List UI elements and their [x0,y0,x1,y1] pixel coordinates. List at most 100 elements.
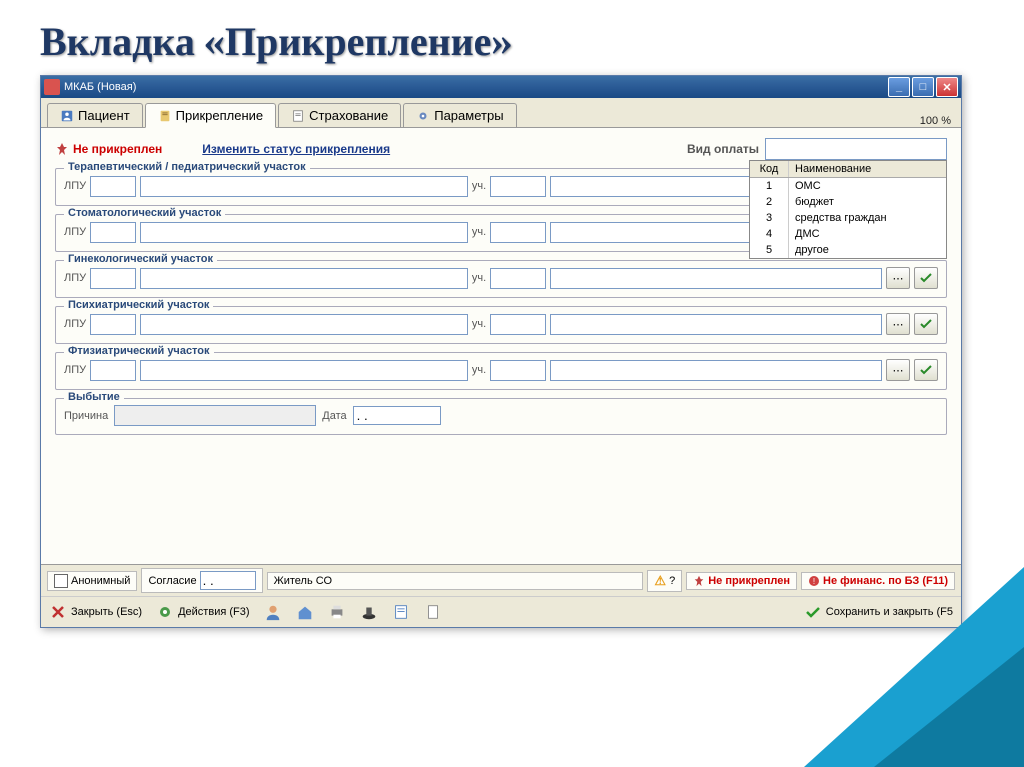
lpu-label: ЛПУ [64,180,86,192]
consent-field[interactable]: Согласие [141,568,262,593]
document-icon[interactable] [392,603,410,621]
anonymous-checkbox[interactable]: Анонимный [47,571,137,591]
clear-button[interactable] [914,267,938,289]
maximize-button[interactable]: □ [912,77,934,97]
slide-title: Вкладка «Прикрепление» [0,0,1024,75]
section-gynecological: Гинекологический участок ЛПУ уч. ⋯ [55,260,947,298]
dropdown-item[interactable]: 2бюджет [750,194,946,210]
change-status-link[interactable]: Изменить статус прикрепления [202,142,390,156]
tab-label: Прикрепление [176,108,264,123]
clear-button[interactable] [914,313,938,335]
browse-button[interactable]: ⋯ [886,359,910,381]
resident-field: Житель СО [267,572,644,590]
gear-icon [416,109,430,123]
person-icon [60,109,74,123]
lpu-select[interactable] [90,222,136,243]
attachment-status: Не прикреплен [73,142,162,156]
lpu-select[interactable] [90,176,136,197]
attachment-icon [158,109,172,123]
col-name: Наименование [789,161,946,177]
col-code: Код [750,161,789,177]
section-psychiatric: Психиатрический участок ЛПУ уч. ⋯ [55,306,947,344]
section-title: Терапевтический / педиатрический участок [64,161,310,173]
uch-label: уч. [472,272,486,284]
question-icon: ⚠ [654,573,666,589]
payment-type-select[interactable] [765,138,947,160]
gear-icon [156,603,174,621]
lpu-name-select[interactable] [140,222,468,243]
tab-attachment[interactable]: Прикрепление [145,103,277,128]
uch-label: уч. [472,318,486,330]
dropdown-item[interactable]: 5другое [750,242,946,258]
help-button[interactable]: ⚠ ? [647,570,682,592]
tab-content: Не прикреплен Изменить статус прикреплен… [41,128,961,564]
lpu-name-select[interactable] [140,176,468,197]
tab-label: Страхование [309,108,388,123]
stamp-icon[interactable] [360,603,378,621]
payment-type-label: Вид оплаты [687,142,759,156]
tab-parameters[interactable]: Параметры [403,103,516,127]
uch-name-input[interactable] [550,314,882,335]
clear-button[interactable] [914,359,938,381]
home-icon[interactable] [296,603,314,621]
print-icon[interactable] [328,603,346,621]
document-icon [291,109,305,123]
lpu-label: ЛПУ [64,272,86,284]
actions-button[interactable]: Действия (F3) [156,603,249,621]
browse-button[interactable]: ⋯ [886,313,910,335]
page-icon[interactable] [424,603,442,621]
lpu-select[interactable] [90,314,136,335]
tab-patient[interactable]: Пациент [47,103,143,127]
app-window: МКАБ (Новая) _ □ ✕ Пациент Прикрепление … [40,75,962,628]
zoom-indicator: 100 % [920,115,955,127]
dropdown-item[interactable]: 1ОМС [750,178,946,194]
uch-code-input[interactable] [490,176,546,197]
uch-name-input[interactable] [550,268,882,289]
section-departure: Выбытие Причина Дата [55,398,947,435]
close-icon [49,603,67,621]
pin-icon [693,575,705,587]
lpu-name-select[interactable] [140,268,468,289]
uch-code-input[interactable] [490,268,546,289]
uch-code-input[interactable] [490,360,546,381]
lpu-name-select[interactable] [140,314,468,335]
not-attached-status[interactable]: Не прикреплен [686,572,797,590]
section-title: Гинекологический участок [64,253,217,265]
date-input[interactable] [353,406,441,425]
uch-name-input[interactable] [550,360,882,381]
dropdown-item[interactable]: 4ДМС [750,226,946,242]
lpu-name-select[interactable] [140,360,468,381]
checkbox-icon [54,574,68,588]
lpu-label: ЛПУ [64,318,86,330]
section-title: Психиатрический участок [64,299,213,311]
uch-label: уч. [472,180,486,192]
consent-date-input[interactable] [200,571,256,590]
tab-insurance[interactable]: Страхование [278,103,401,127]
tab-label: Пациент [78,108,130,123]
browse-button[interactable]: ⋯ [886,267,910,289]
lpu-select[interactable] [90,268,136,289]
tab-label: Параметры [434,108,503,123]
section-phthisiatric: Фтизиатрический участок ЛПУ уч. ⋯ [55,352,947,390]
date-label: Дата [322,410,346,422]
dropdown-item[interactable]: 3средства граждан [750,210,946,226]
pin-icon [55,142,69,156]
close-button[interactable]: ✕ [936,77,958,97]
user-icon[interactable] [264,603,282,621]
uch-label: уч. [472,226,486,238]
payment-dropdown[interactable]: Код Наименование 1ОМС 2бюджет 3средства … [749,160,947,259]
lpu-label: ЛПУ [64,364,86,376]
minimize-button[interactable]: _ [888,77,910,97]
decorative-triangle [874,647,1024,767]
reason-select[interactable] [114,405,316,426]
window-title: МКАБ (Новая) [64,81,888,93]
reason-label: Причина [64,410,108,422]
tabs: Пациент Прикрепление Страхование Парамет… [41,98,961,128]
app-icon [44,79,60,95]
uch-code-input[interactable] [490,314,546,335]
uch-code-input[interactable] [490,222,546,243]
status-row: Не прикреплен Изменить статус прикреплен… [55,138,947,160]
lpu-select[interactable] [90,360,136,381]
close-button[interactable]: Закрыть (Esc) [49,603,142,621]
uch-label: уч. [472,364,486,376]
